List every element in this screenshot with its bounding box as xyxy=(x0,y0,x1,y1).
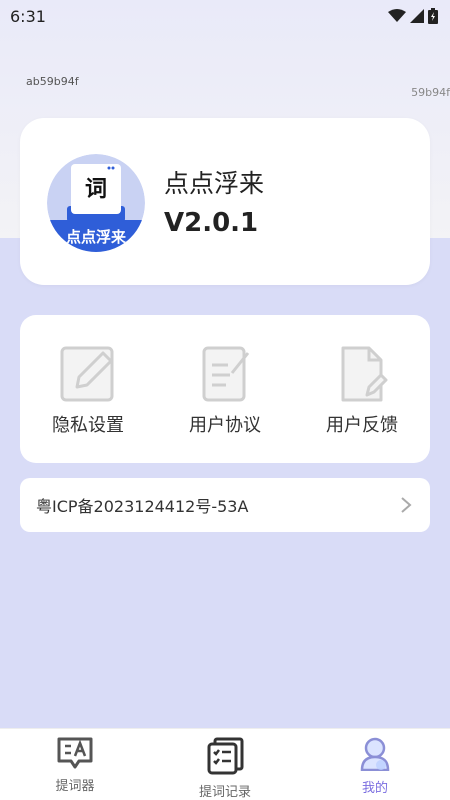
status-icons xyxy=(388,8,438,24)
status-bar: 6:31 xyxy=(0,0,450,32)
agreement-icon xyxy=(202,346,250,402)
user-agreement-button[interactable]: 用户协议 xyxy=(165,345,285,437)
tab-profile[interactable]: 我的 xyxy=(325,737,425,796)
privacy-settings-label: 隐私设置 xyxy=(52,415,124,436)
logo-character: 词 xyxy=(85,177,107,202)
icp-record-link[interactable]: 粤ICP备2023124412号-53A xyxy=(20,478,430,532)
icp-record-text: 粤ICP备2023124412号-53A xyxy=(36,497,249,516)
tab-teleprompter-label: 提词器 xyxy=(55,779,95,794)
debug-id-left: ab59b94f xyxy=(26,75,79,88)
profile-icon xyxy=(360,737,390,771)
teleprompter-icon xyxy=(57,737,93,769)
wifi-icon xyxy=(388,9,406,22)
user-feedback-label: 用户反馈 xyxy=(326,415,398,436)
bottom-tab-bar: 提词器 提词记录 我的 xyxy=(0,728,450,800)
tab-teleprompter[interactable]: 提词器 xyxy=(25,737,125,794)
privacy-settings-button[interactable]: 隐私设置 xyxy=(28,345,148,437)
user-agreement-label: 用户协议 xyxy=(189,415,261,436)
edit-icon xyxy=(60,346,114,402)
status-time: 6:31 xyxy=(10,6,46,26)
tab-records[interactable]: 提词记录 xyxy=(175,737,275,800)
app-logo-icon: 词 点点浮来 xyxy=(47,154,145,252)
records-icon xyxy=(207,737,244,775)
user-feedback-button[interactable]: 用户反馈 xyxy=(302,345,422,437)
logo-text: 点点浮来 xyxy=(66,228,127,246)
feedback-icon xyxy=(341,346,388,402)
tab-records-label: 提词记录 xyxy=(198,785,251,800)
debug-id-right: 59b94f xyxy=(411,86,450,99)
battery-icon xyxy=(428,8,438,24)
app-name: 点点浮来 xyxy=(164,169,265,198)
app-info-card: 词 点点浮来 点点浮来 V2.0.1 xyxy=(20,118,430,285)
menu-card: 隐私设置 用户协议 用户反馈 xyxy=(20,315,430,463)
signal-icon xyxy=(410,9,424,23)
tab-profile-label: 我的 xyxy=(361,781,388,796)
app-version: V2.0.1 xyxy=(164,208,259,238)
chevron-right-icon xyxy=(401,497,412,513)
